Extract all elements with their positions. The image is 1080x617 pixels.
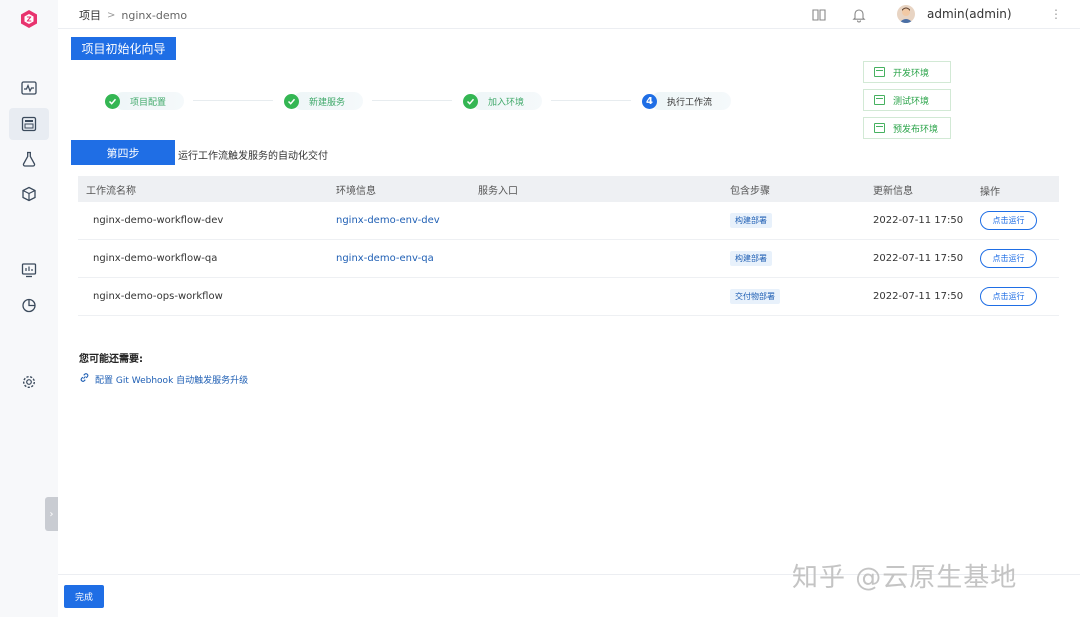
- table-row: nginx-demo-workflow-dev nginx-demo-env-d…: [78, 202, 1059, 240]
- step-tag: 第四步: [71, 140, 175, 165]
- nav-settings-gear-icon[interactable]: [9, 366, 49, 398]
- user-avatar[interactable]: [897, 5, 915, 23]
- run-workflow-button[interactable]: 点击运行: [980, 211, 1037, 230]
- sidebar: Z ›: [0, 0, 58, 617]
- nav-test-flask-icon[interactable]: [9, 143, 49, 175]
- finish-button[interactable]: 完成: [64, 585, 104, 608]
- column-header: 包含步骤: [730, 185, 770, 197]
- env-link[interactable]: nginx-demo-env-dev: [336, 215, 440, 226]
- svg-text:Z: Z: [26, 16, 31, 24]
- breadcrumb-current: nginx-demo: [121, 8, 188, 22]
- webhook-link-label: 配置 Git Webhook 自动触发服务升级: [95, 375, 249, 386]
- check-circle-icon: [284, 93, 299, 109]
- top-header: 项目 > nginx-demo admin(admin) ⋮: [58, 0, 1080, 29]
- step-label: 执行工作流: [667, 97, 713, 108]
- run-workflow-button[interactable]: 点击运行: [980, 249, 1037, 268]
- env-link[interactable]: nginx-demo-env-qa: [336, 253, 434, 264]
- suggestions-title: 您可能还需要:: [79, 354, 143, 365]
- step-item-4: 4 执行工作流: [642, 90, 731, 112]
- environment-icon: [874, 123, 885, 133]
- workflow-name[interactable]: nginx-demo-ops-workflow: [93, 291, 223, 302]
- env-button-qa[interactable]: 测试环境: [863, 89, 951, 111]
- nav-pie-chart-icon[interactable]: [9, 289, 49, 321]
- step-connector: [193, 100, 273, 101]
- docs-book-icon[interactable]: [811, 7, 827, 23]
- table-row: nginx-demo-workflow-qa nginx-demo-env-qa…: [78, 240, 1059, 278]
- env-button-label: 测试环境: [893, 96, 930, 107]
- breadcrumb-separator: >: [107, 9, 116, 21]
- environment-icon: [874, 67, 885, 77]
- check-circle-icon: [105, 93, 120, 109]
- workflow-table: 工作流名称 环境信息 服务入口 包含步骤 更新信息 操作 nginx-demo-…: [78, 176, 1059, 316]
- workflow-name[interactable]: nginx-demo-workflow-qa: [93, 253, 217, 264]
- main-content: 项目初始化向导 项目配置 新建服务 加入环境 4 执行工作流 开发环境 测试环境…: [58, 29, 1080, 574]
- guide-title: 项目初始化向导: [71, 37, 176, 60]
- step-badge: 构建部署: [730, 251, 772, 266]
- app-logo-icon[interactable]: Z: [19, 9, 39, 29]
- step-item-1: 项目配置: [105, 90, 184, 112]
- step-connector: [372, 100, 452, 101]
- step-badge: 交付物部署: [730, 289, 780, 304]
- sidebar-expand-handle[interactable]: ›: [45, 497, 58, 531]
- nav-project-icon[interactable]: [9, 108, 49, 140]
- step-label: 新建服务: [309, 97, 346, 108]
- step-label: 项目配置: [130, 97, 167, 108]
- table-row: nginx-demo-ops-workflow 交付物部署 2022-07-11…: [78, 278, 1059, 316]
- link-icon: [79, 372, 90, 386]
- notification-bell-icon[interactable]: [851, 7, 867, 23]
- username[interactable]: admin(admin): [927, 7, 1012, 21]
- check-circle-icon: [463, 93, 478, 109]
- workflow-name[interactable]: nginx-demo-workflow-dev: [93, 215, 223, 226]
- step-description: 运行工作流触发服务的自动化交付: [178, 151, 328, 162]
- nav-delivery-box-icon[interactable]: [9, 178, 49, 210]
- step-number: 4: [642, 93, 657, 109]
- step-progress: 项目配置 新建服务 加入环境 4 执行工作流: [103, 90, 743, 112]
- column-header: 工作流名称: [86, 185, 136, 197]
- step-item-2: 新建服务: [284, 90, 363, 112]
- column-header: 操作: [980, 187, 1000, 198]
- chevron-right-icon: ›: [49, 508, 54, 520]
- step-connector: [551, 100, 631, 101]
- nav-activity-icon[interactable]: [9, 72, 49, 104]
- footer-bar: 完成 知乎 @云原生基地: [58, 563, 1080, 617]
- run-workflow-button[interactable]: 点击运行: [980, 287, 1037, 306]
- column-header: 环境信息: [336, 185, 376, 197]
- step-label: 加入环境: [488, 97, 525, 108]
- more-vertical-icon[interactable]: ⋮: [1050, 7, 1062, 21]
- env-button-label: 预发布环境: [893, 124, 939, 135]
- update-time: 2022-07-11 17:50: [873, 291, 964, 302]
- environment-icon: [874, 95, 885, 105]
- table-header: 工作流名称 环境信息 服务入口 包含步骤 更新信息 操作: [78, 176, 1059, 202]
- update-time: 2022-07-11 17:50: [873, 215, 964, 226]
- column-header: 服务入口: [478, 185, 518, 197]
- nav-monitor-icon[interactable]: [9, 254, 49, 286]
- watermark: 知乎 @云原生基地: [792, 563, 1018, 593]
- step-badge: 构建部署: [730, 213, 772, 228]
- column-header: 更新信息: [873, 185, 913, 197]
- env-button-dev[interactable]: 开发环境: [863, 61, 951, 83]
- breadcrumb-root[interactable]: 项目: [79, 7, 101, 23]
- step-item-3: 加入环境: [463, 90, 542, 112]
- webhook-config-link[interactable]: 配置 Git Webhook 自动触发服务升级: [79, 372, 248, 386]
- env-button-pre[interactable]: 预发布环境: [863, 117, 951, 139]
- env-button-label: 开发环境: [893, 68, 930, 79]
- breadcrumb: 项目 > nginx-demo: [79, 7, 187, 23]
- update-time: 2022-07-11 17:50: [873, 253, 964, 264]
